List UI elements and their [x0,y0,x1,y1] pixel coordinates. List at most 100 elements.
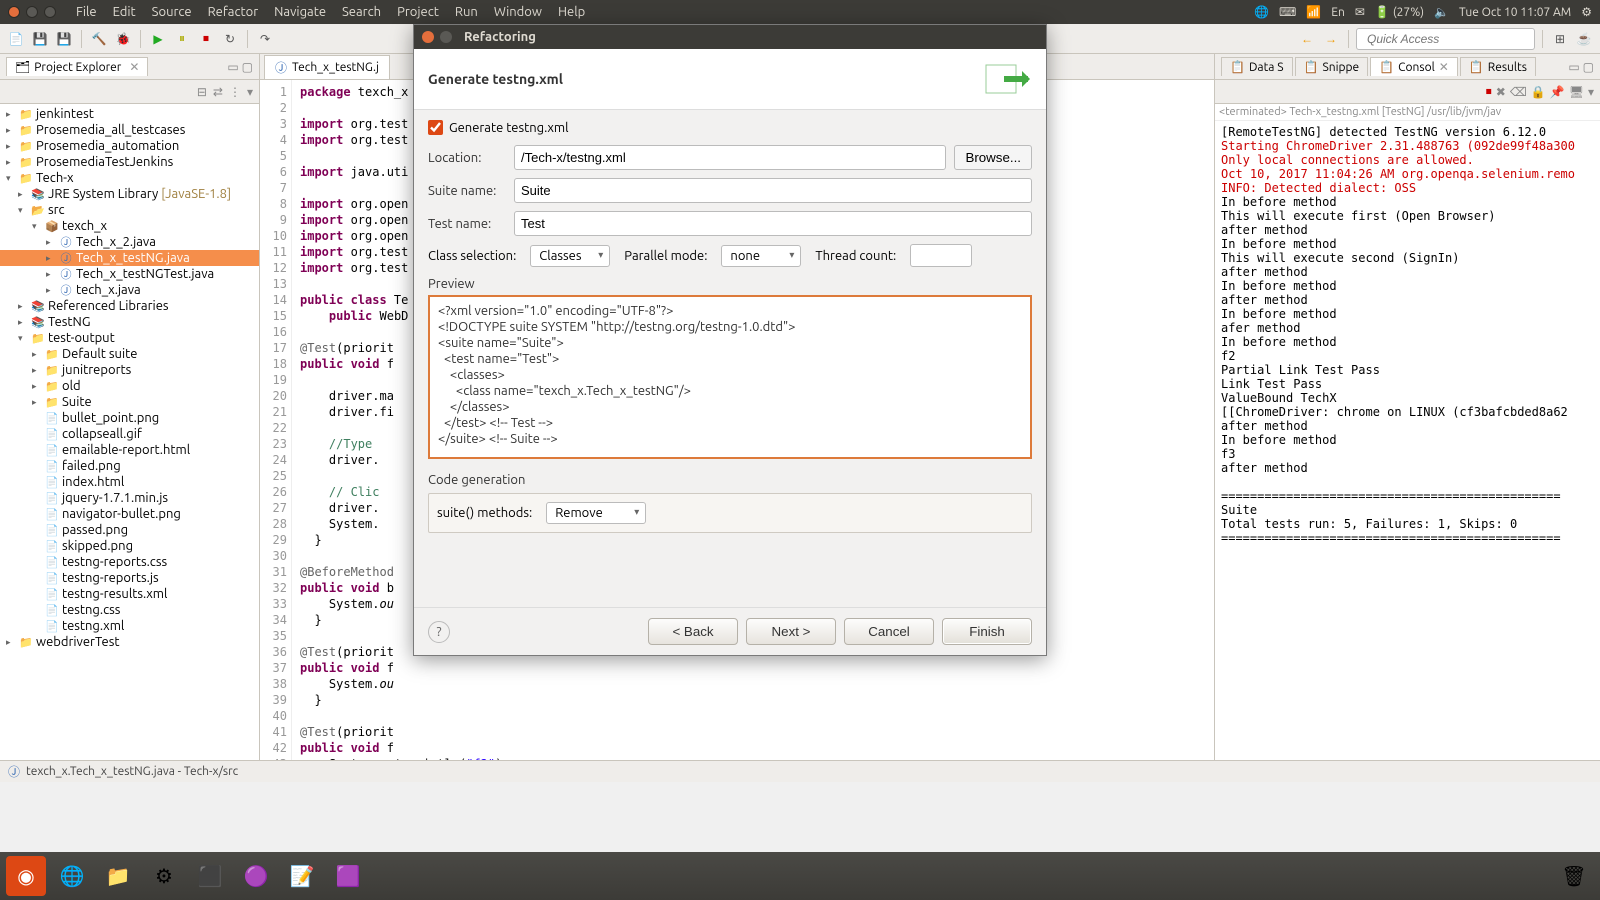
explorer-tab[interactable]: 🗂 Project Explorer ✕ [6,57,148,76]
tree-item[interactable]: ▸📁old [0,378,259,394]
tree-item[interactable]: ▾📁Tech-x [0,170,259,186]
editor-launcher-icon[interactable]: 📝 [282,856,322,896]
nav-fwd-icon[interactable]: → [1321,29,1341,49]
terminate-icon[interactable]: ⏹ [1486,85,1492,99]
tree-item[interactable]: ▸📁ProsemediaTestJenkins [0,154,259,170]
close-icon[interactable]: ✕ [129,60,139,74]
tree-item[interactable]: 📄testng-reports.css [0,554,259,570]
editor-tab-active[interactable]: Ⓙ Tech_x_testNG.j [264,55,390,79]
tree-item[interactable]: ▸📁Default suite [0,346,259,362]
maximize-window-icon[interactable] [44,6,56,18]
dialog-minimize-icon[interactable] [440,31,452,43]
browse-button[interactable]: Browse... [954,145,1032,170]
tab-snippe[interactable]: 📋Snippe [1295,57,1369,76]
tree-item[interactable]: 📄testng-reports.js [0,570,259,586]
nav-back-icon[interactable]: ← [1297,29,1317,49]
tree-item[interactable]: ▸📚TestNG [0,314,259,330]
tree-item[interactable]: 📄failed.png [0,458,259,474]
view-menu-icon[interactable]: ▾ [247,85,253,99]
chrome-indicator-icon[interactable]: 🌐 [1254,5,1269,19]
minimize-window-icon[interactable] [26,6,38,18]
pin-icon[interactable]: 📌 [1550,85,1565,99]
clear-console-icon[interactable]: ⌫ [1510,85,1527,99]
link-editor-icon[interactable]: ⇄ [213,85,223,99]
save-icon[interactable]: 💾 [30,29,50,49]
tree-item[interactable]: 📄emailable-report.html [0,442,259,458]
save-all-icon[interactable]: 💾 [54,29,74,49]
tree-item[interactable]: 📄index.html [0,474,259,490]
menu-search[interactable]: Search [334,5,389,19]
tree-item[interactable]: ▸📁jenkintest [0,106,259,122]
java-perspective-icon[interactable]: ☕ [1574,29,1594,49]
tree-item[interactable]: ▸📚Referenced Libraries [0,298,259,314]
menu-file[interactable]: File [68,5,105,19]
new-icon[interactable]: 📄 [6,29,26,49]
tree-item[interactable]: ▸📚JRE System Library [JavaSE-1.8] [0,186,259,202]
filter-icon[interactable]: ⋮ [229,85,241,99]
tree-item[interactable]: ▸📁Suite [0,394,259,410]
build-icon[interactable]: 🔨 [89,29,109,49]
class-selection-dropdown[interactable]: Classes [530,245,610,267]
tree-item[interactable]: 📄passed.png [0,522,259,538]
minimize-view-icon[interactable]: ▭ [227,60,238,74]
collapse-all-icon[interactable]: ⊟ [197,85,207,99]
keyboard-indicator-icon[interactable]: ⌨ [1279,5,1296,19]
menu-run[interactable]: Run [447,5,486,19]
cancel-button[interactable]: Cancel [844,618,934,645]
generate-checkbox[interactable] [428,120,443,135]
menu-edit[interactable]: Edit [105,5,144,19]
tree-item[interactable]: 📄testng.xml [0,618,259,634]
ubuntu-launcher-icon[interactable]: ◉ [6,856,46,896]
remove-all-icon[interactable]: ✖ [1496,85,1506,99]
tree-item[interactable]: 📄navigator-bullet.png [0,506,259,522]
run-icon[interactable]: ▶ [148,29,168,49]
perspective-icon[interactable]: ⊞ [1550,29,1570,49]
gear-icon[interactable]: ⚙ [1581,5,1592,19]
app-launcher-icon[interactable]: 🟪 [328,856,368,896]
step-icon[interactable]: ↷ [255,29,275,49]
relaunch-icon[interactable]: ↻ [220,29,240,49]
suite-name-input[interactable] [514,178,1032,203]
menu-refactor[interactable]: Refactor [200,5,267,19]
tree-item[interactable]: ▸📁Prosemedia_all_testcases [0,122,259,138]
tree-item[interactable]: ▸📁Prosemedia_automation [0,138,259,154]
menu-help[interactable]: Help [550,5,593,19]
tree-item[interactable]: 📄skipped.png [0,538,259,554]
dialog-close-icon[interactable] [422,31,434,43]
tree-item[interactable]: ▾📦texch_x [0,218,259,234]
location-input[interactable] [514,145,946,170]
volume-icon[interactable]: 🔈 [1434,5,1449,19]
help-icon[interactable]: ? [428,621,450,643]
next-button[interactable]: Next > [746,618,836,645]
language-indicator[interactable]: En [1331,6,1345,19]
suite-methods-dropdown[interactable]: Remove [546,502,646,524]
tab-consol[interactable]: 📋Consol ✕ [1370,57,1458,76]
stop-icon[interactable]: ⏹ [196,29,216,49]
wifi-icon[interactable]: 📶 [1306,5,1321,19]
files-launcher-icon[interactable]: 📁 [98,856,138,896]
eclipse-launcher-icon[interactable]: 🟣 [236,856,276,896]
parallel-mode-dropdown[interactable]: none [721,245,801,267]
maximize-view-icon[interactable]: ▢ [1583,60,1594,74]
back-button[interactable]: < Back [648,618,738,645]
open-console-icon[interactable]: ▾ [1588,85,1594,99]
preview-box[interactable]: <?xml version="1.0" encoding="UTF-8"?> <… [428,295,1032,459]
maximize-view-icon[interactable]: ▢ [242,60,253,74]
test-name-input[interactable] [514,211,1032,236]
display-icon[interactable]: 🖥 [1569,85,1584,99]
tree-item[interactable]: 📄testng-results.xml [0,586,259,602]
tree-item[interactable]: 📄jquery-1.7.1.min.js [0,490,259,506]
settings-launcher-icon[interactable]: ⚙ [144,856,184,896]
tree-item[interactable]: 📄testng.css [0,602,259,618]
tree-item[interactable]: ▸ⒿTech_x_2.java [0,234,259,250]
battery-indicator[interactable]: 🔋(27%) [1375,5,1424,19]
scroll-lock-icon[interactable]: 🔒 [1531,85,1546,99]
finish-button[interactable]: Finish [942,618,1032,645]
tab-results[interactable]: 📋Results [1460,57,1536,76]
close-window-icon[interactable] [8,6,20,18]
menu-source[interactable]: Source [144,5,200,19]
project-tree[interactable]: ▸📁jenkintest▸📁Prosemedia_all_testcases▸📁… [0,104,259,760]
tree-item[interactable]: ▸ⒿTech_x_testNG.java [0,250,259,266]
tree-item[interactable]: ▸ⒿTech_x_testNGTest.java [0,266,259,282]
mail-icon[interactable]: ✉ [1355,5,1365,19]
